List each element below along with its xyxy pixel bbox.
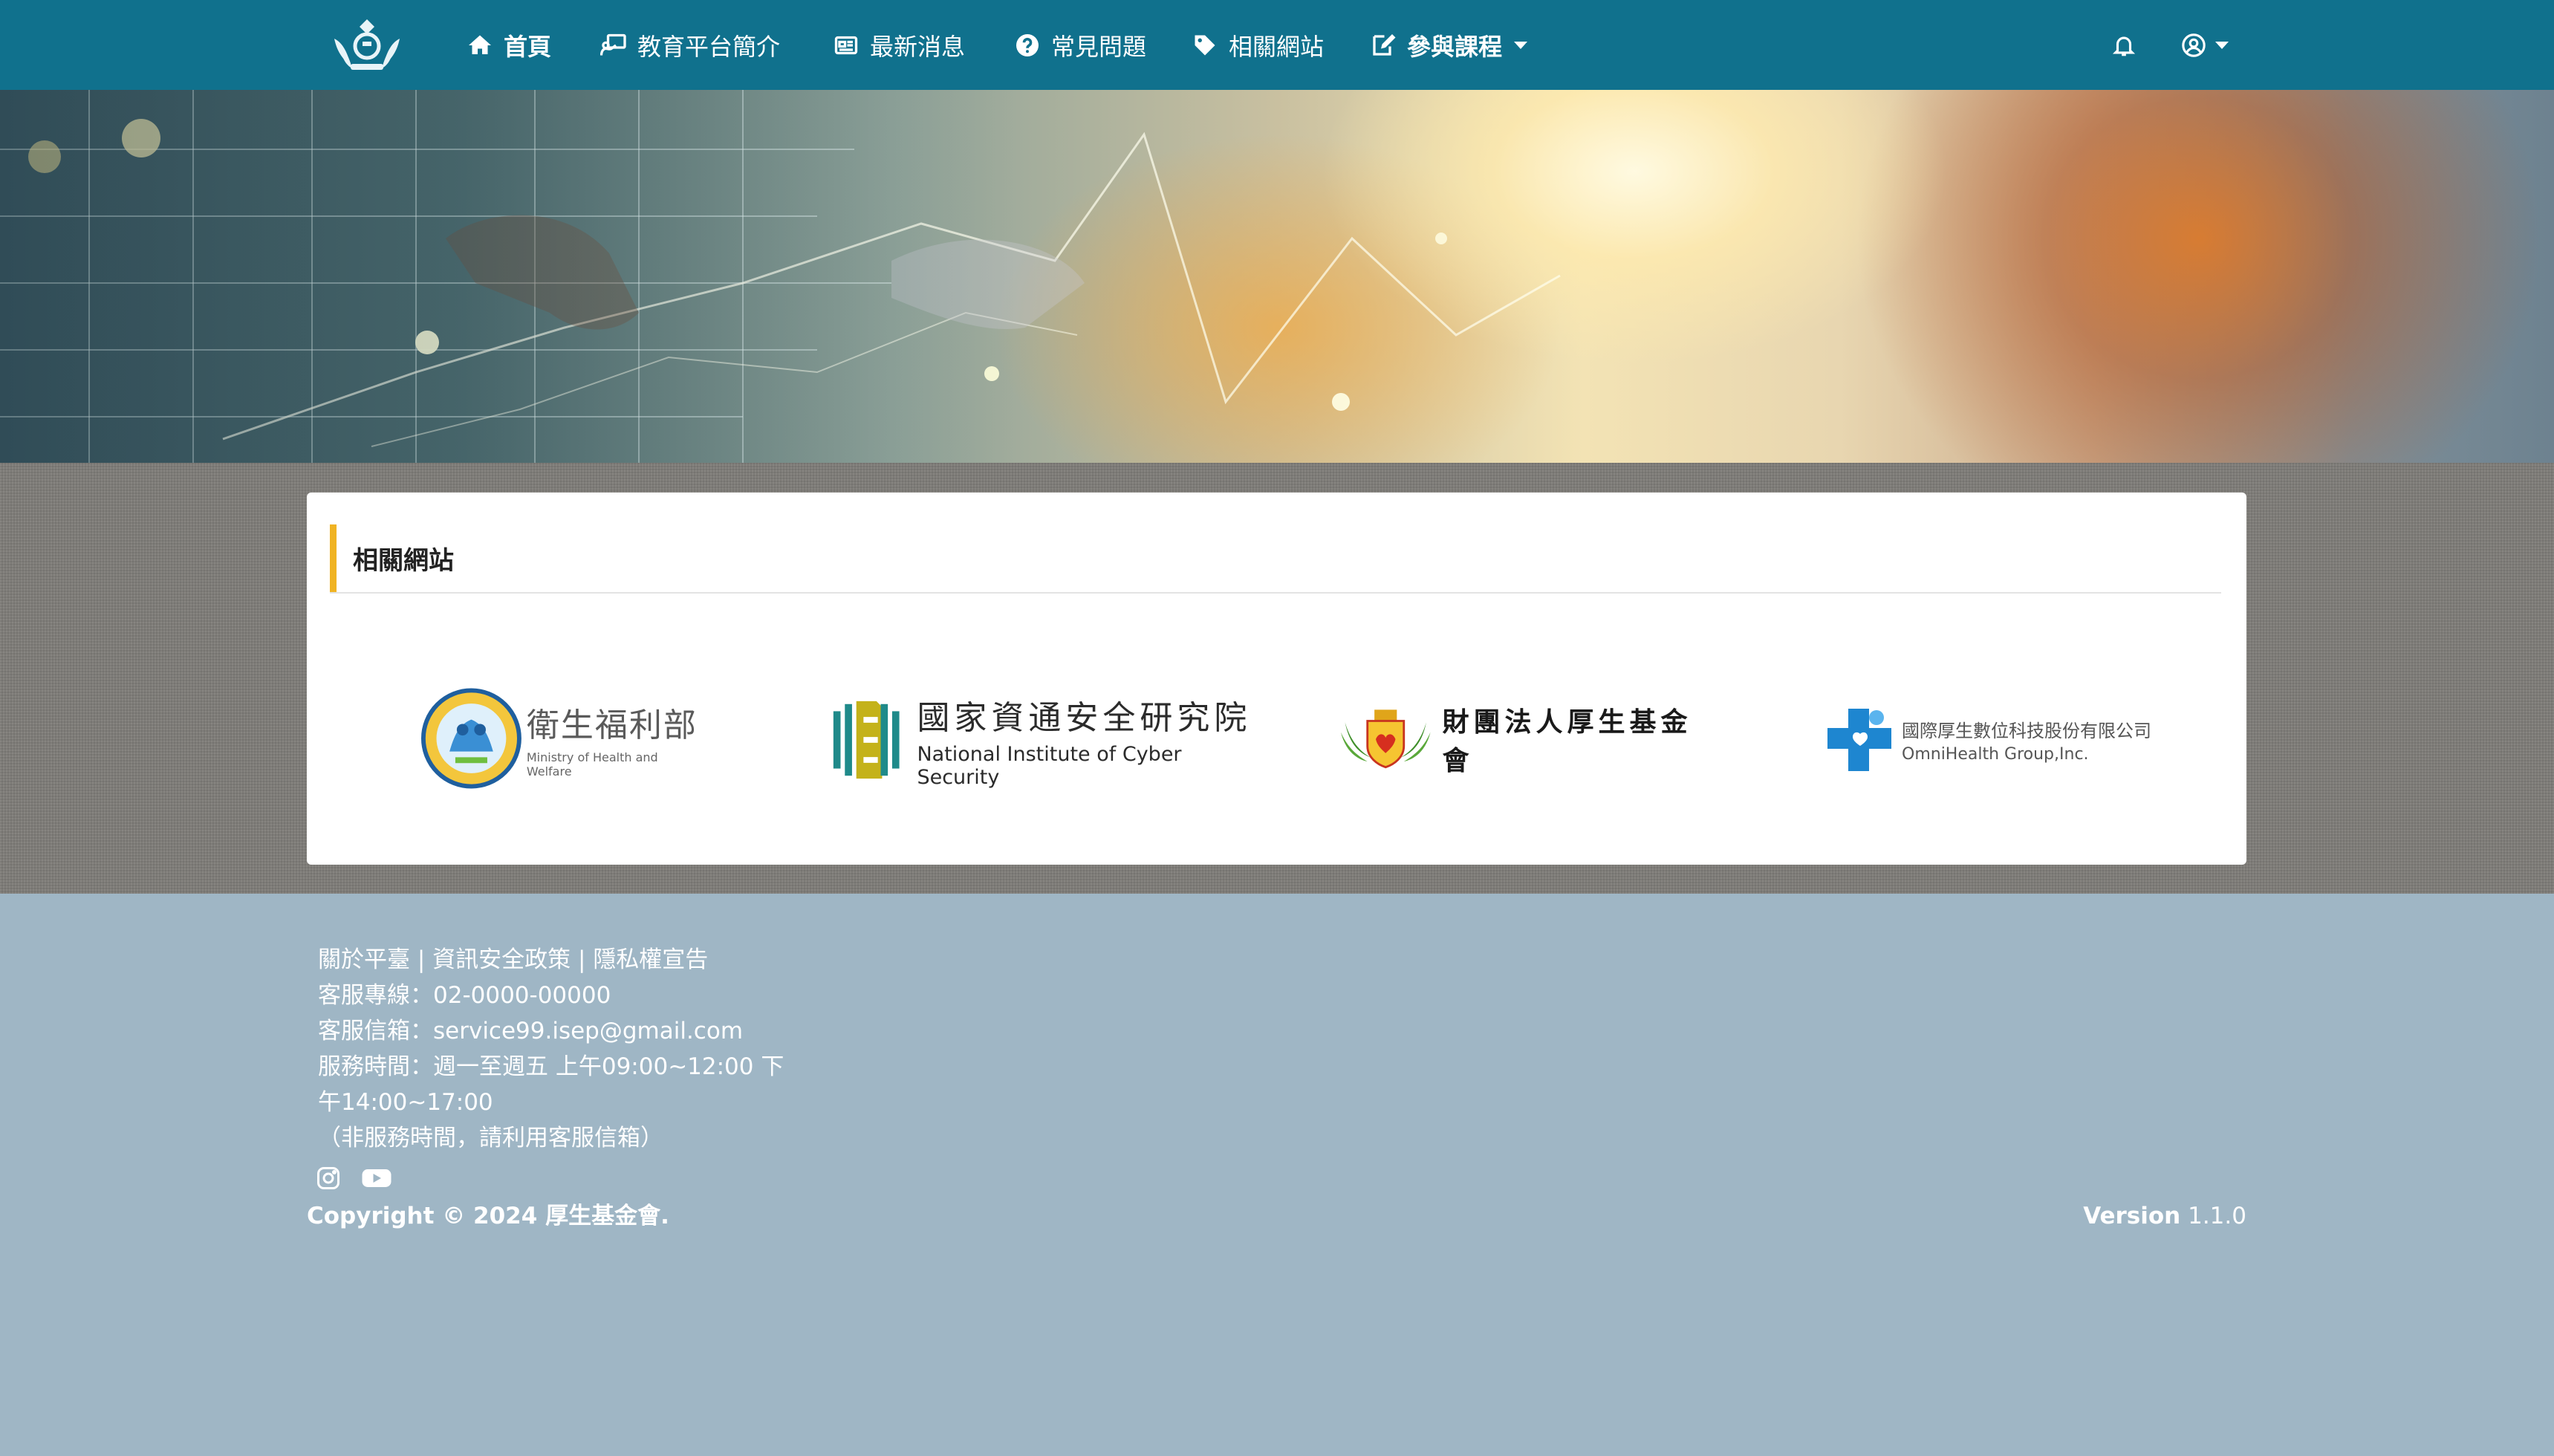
nav-news[interactable]: 最新消息 <box>833 0 965 90</box>
hero-banner-image <box>0 90 2554 463</box>
footer-email: 客服信箱：service99.isep@gmail.com <box>318 1018 744 1044</box>
footer-link-privacy[interactable]: 隱私權宣告 <box>593 946 708 973</box>
footer-links: 關於平臺 | 資訊安全政策 | 隱私權宣告 <box>318 942 708 978</box>
chevron-down-icon <box>2215 41 2229 49</box>
footer-link-security-policy[interactable]: 資訊安全政策 <box>432 946 571 973</box>
nav-join-course-dropdown[interactable]: 參與課程 <box>1370 0 1528 90</box>
brand-logo[interactable] <box>328 16 406 74</box>
copyright-text: Copyright © 2024 厚生基金會. <box>307 1203 669 1229</box>
mohw-name-zh: 衛生福利部 <box>526 706 698 744</box>
card-divider <box>330 592 2221 594</box>
nav-home[interactable]: 首頁 <box>467 0 551 90</box>
logo-mohw-link[interactable]: 衛生福利部 Ministry of Health and Welfare <box>420 685 703 792</box>
nav-join-course-label: 參與課程 <box>1407 32 1503 61</box>
footer-separator: | <box>571 946 594 973</box>
mohw-name-en: Ministry of Health and Welfare <box>526 750 658 779</box>
instagram-link[interactable] <box>315 1165 342 1192</box>
omnihealth-name-en: OmniHealth Group,Inc. <box>1902 745 2089 764</box>
version-value: 1.1.0 <box>2188 1203 2246 1229</box>
question-circle-icon <box>1016 33 1039 56</box>
user-menu-button[interactable] <box>2181 0 2229 90</box>
youtube-icon <box>362 1169 391 1187</box>
bell-icon <box>2112 36 2136 56</box>
foundation-emblem-icon <box>334 19 400 70</box>
instagram-icon <box>317 1167 339 1189</box>
nav-news-label: 最新消息 <box>870 32 966 61</box>
footer-hours-line1: 服務時間：週一至週五 上午09:00~12:00 下 <box>318 1053 784 1080</box>
version-info: Version 1.1.0 <box>2083 1198 2246 1234</box>
nav-platform-intro-label: 教育平台簡介 <box>637 32 781 61</box>
hero-overlay <box>0 90 2554 463</box>
foundation-logo-icon <box>1340 709 1431 769</box>
card-title-accent <box>330 524 337 592</box>
edit-icon <box>1373 33 1396 56</box>
footer-hours-note: （非服務時間，請利用客服信箱） <box>318 1125 663 1151</box>
page-title: 相關網站 <box>353 546 454 576</box>
nav-platform-intro[interactable]: 教育平台簡介 <box>600 0 780 90</box>
nics-name-zh: 國家資通安全研究院 <box>917 699 1252 737</box>
newspaper-icon <box>834 36 858 54</box>
footer-separator: | <box>410 946 433 973</box>
chalkboard-teacher-icon <box>600 33 626 56</box>
chevron-down-icon <box>1514 41 1528 49</box>
footer-hours-line2: 午14:00~17:00 <box>318 1089 493 1116</box>
nics-emblem-icon <box>833 701 900 779</box>
home-icon <box>469 35 491 54</box>
mohw-emblem-icon <box>420 688 521 789</box>
top-navbar: 首頁 教育平台簡介 最新消息 常見問題 相關網站 參與課程 <box>0 0 2554 90</box>
related-sites-card <box>307 493 2246 865</box>
user-circle-icon <box>2182 33 2206 57</box>
footer-link-about[interactable]: 關於平臺 <box>318 946 410 973</box>
nav-faq-label: 常見問題 <box>1051 32 1147 61</box>
footer-phone: 客服專線：02-0000-00000 <box>318 982 611 1009</box>
logo-nics-link[interactable]: 國家資通安全研究院 National Institute of Cyber Se… <box>831 695 1258 789</box>
logo-foundation-link[interactable]: 財團法人厚生基金會 <box>1339 706 1707 776</box>
youtube-link[interactable] <box>361 1165 392 1192</box>
foundation-name-zh: 財團法人厚生基金會 <box>1442 706 1692 776</box>
omnihealth-name-zh: 國際厚生數位科技股份有限公司 <box>1902 721 2151 741</box>
notification-button[interactable] <box>2111 0 2137 90</box>
logo-omnihealth-link[interactable]: 國際厚生數位科技股份有限公司 OmniHealth Group,Inc. <box>1824 704 2177 776</box>
nav-home-label: 首頁 <box>504 32 552 61</box>
tag-icon <box>1195 35 1215 55</box>
nav-related-sites[interactable]: 相關網站 <box>1192 0 1324 90</box>
nav-related-sites-label: 相關網站 <box>1229 32 1325 61</box>
omnihealth-cross-icon <box>1827 709 1891 771</box>
nics-name-en: National Institute of Cyber Security <box>917 743 1182 789</box>
version-label: Version <box>2083 1203 2181 1229</box>
nav-faq[interactable]: 常見問題 <box>1014 0 1146 90</box>
